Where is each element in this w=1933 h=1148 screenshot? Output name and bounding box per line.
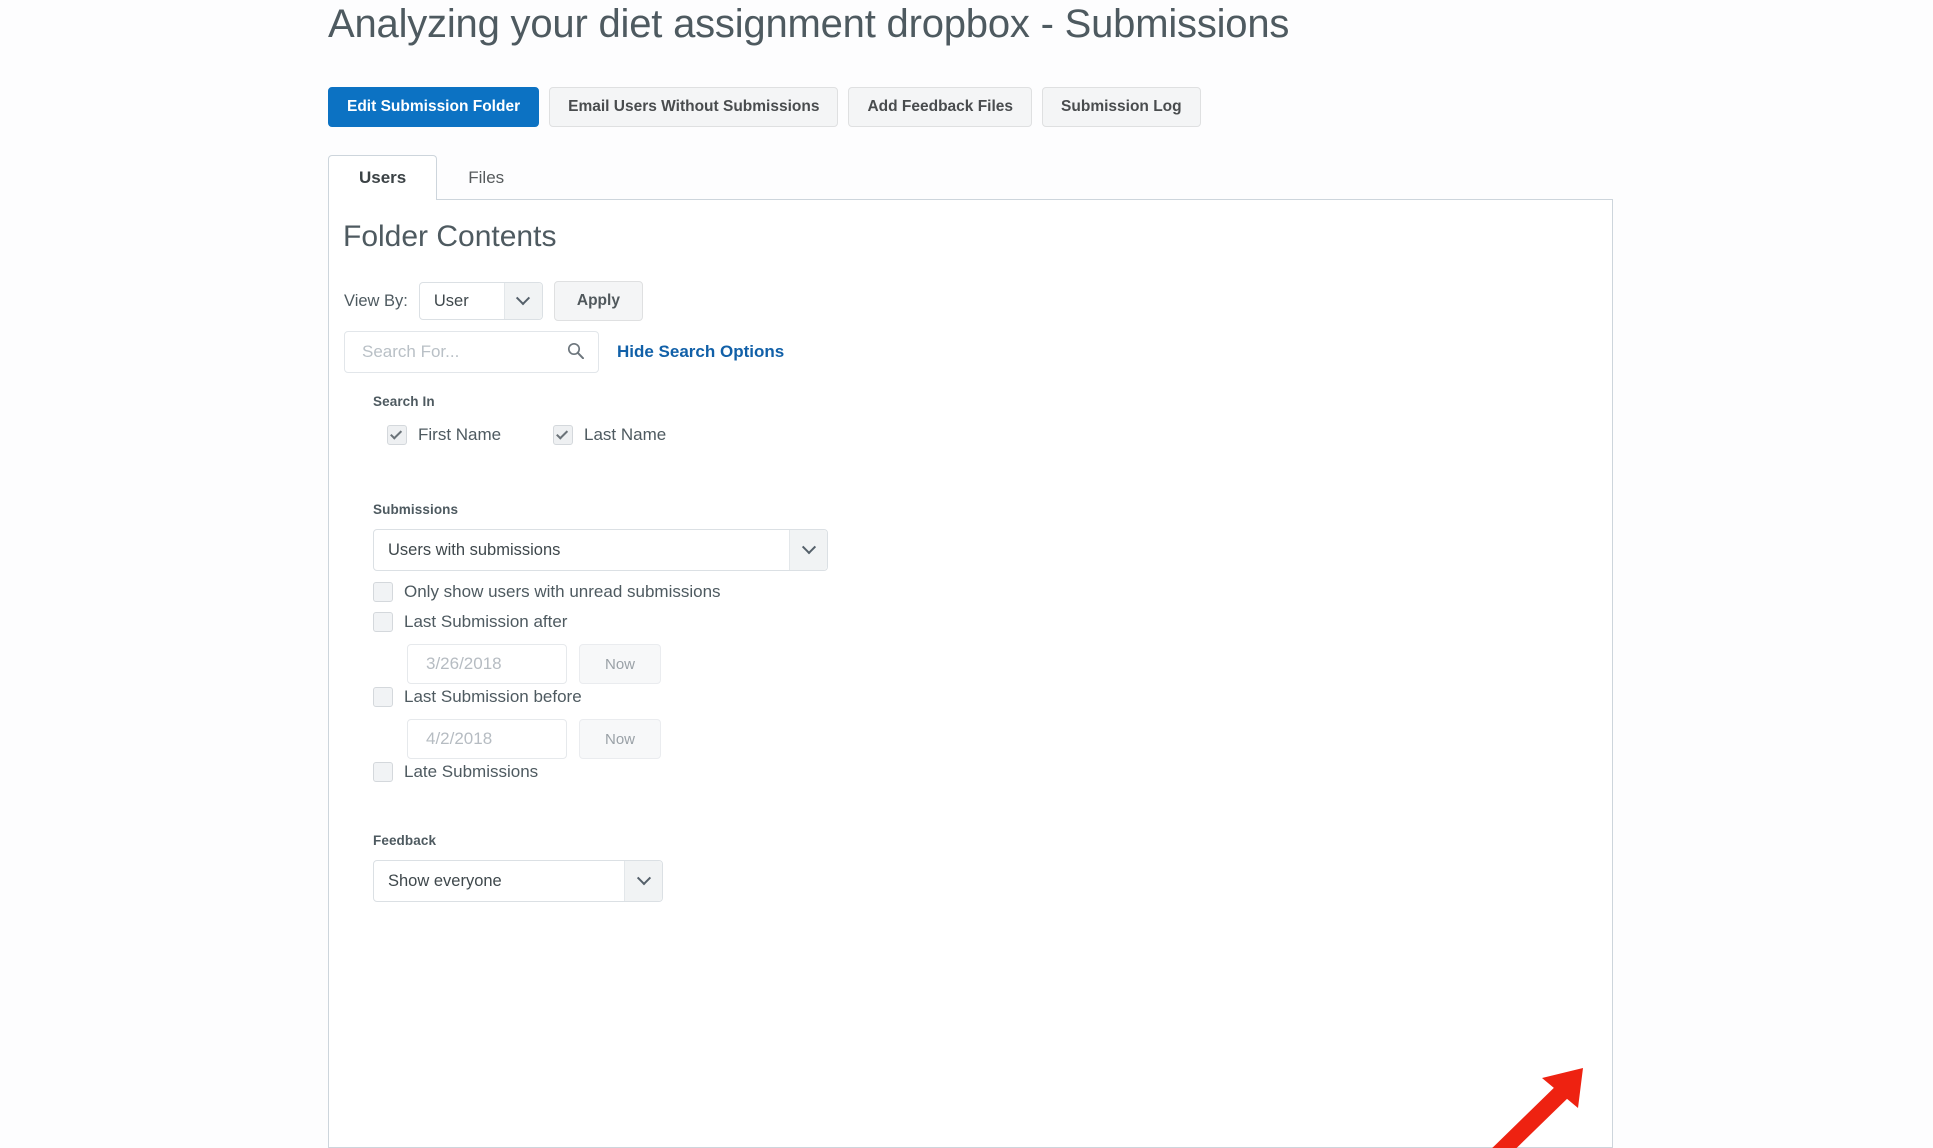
checkbox-late-submissions[interactable] [373,762,393,782]
chevron-down-icon [624,861,662,901]
submissions-filter-value: Users with submissions [388,540,561,559]
unread-submissions-label: Only show users with unread submissions [404,582,721,601]
unread-submissions-row[interactable]: Only show users with unread submissions [373,582,721,602]
checkbox-last-submission-before[interactable] [373,687,393,707]
view-by-value: User [433,291,469,310]
feedback-filter-select[interactable]: Show everyone [373,860,663,902]
last-submission-after-now-button[interactable]: Now [579,644,661,684]
feedback-filter-value: Show everyone [388,871,502,890]
feedback-label: Feedback [373,833,437,848]
last-submission-before-label: Last Submission before [404,687,582,706]
tab-files[interactable]: Files [437,155,535,200]
section-title: Folder Contents [343,220,557,253]
add-feedback-files-button[interactable]: Add Feedback Files [848,87,1033,127]
last-submission-before-row[interactable]: Last Submission before [373,687,582,707]
submission-log-button[interactable]: Submission Log [1042,87,1201,127]
view-by-row: View By: User Apply [344,281,643,321]
email-users-without-submissions-button[interactable]: Email Users Without Submissions [549,87,839,127]
chevron-down-icon [789,530,827,570]
last-submission-before-date-input[interactable]: 4/2/2018 [407,719,567,759]
search-in-last-name[interactable]: Last Name [553,425,666,445]
search-input[interactable] [360,341,560,363]
tab-bar: Users Files [328,155,535,201]
tab-users[interactable]: Users [328,155,438,201]
hide-search-options-link[interactable]: Hide Search Options [617,342,784,362]
page-title: Analyzing your diet assignment dropbox -… [328,2,1290,46]
view-by-select[interactable]: User [418,282,543,320]
last-submission-before-now-button[interactable]: Now [579,719,661,759]
checkbox-last-submission-after[interactable] [373,612,393,632]
late-submissions-label: Late Submissions [404,762,539,781]
search-row: Hide Search Options [344,331,784,373]
view-by-label: View By: [344,291,408,310]
folder-contents-panel: Folder Contents View By: User Apply Sear… [328,199,1613,1148]
search-in-first-name-label: First Name [418,425,502,444]
search-box[interactable] [344,331,599,373]
search-icon[interactable] [567,342,584,360]
apply-button[interactable]: Apply [553,281,643,321]
last-submission-after-row[interactable]: Last Submission after [373,612,567,632]
checkbox-last-name[interactable] [553,425,573,445]
search-in-last-name-label: Last Name [584,425,667,444]
submissions-filter-select[interactable]: Users with submissions [373,529,828,571]
search-in-label: Search In [373,394,435,409]
checkbox-unread-submissions[interactable] [373,582,393,602]
chevron-down-icon [503,283,542,319]
edit-submission-folder-button[interactable]: Edit Submission Folder [328,87,540,127]
last-submission-after-label: Last Submission after [404,612,568,631]
page-root: Analyzing your diet assignment dropbox -… [0,0,1933,1148]
checkbox-first-name[interactable] [387,425,407,445]
last-submission-after-date-input[interactable]: 3/26/2018 [407,644,567,684]
header-action-buttons: Edit Submission Folder Email Users Witho… [328,87,1201,127]
submissions-label: Submissions [373,502,459,517]
search-in-first-name[interactable]: First Name [387,425,501,445]
late-submissions-row[interactable]: Late Submissions [373,762,538,782]
